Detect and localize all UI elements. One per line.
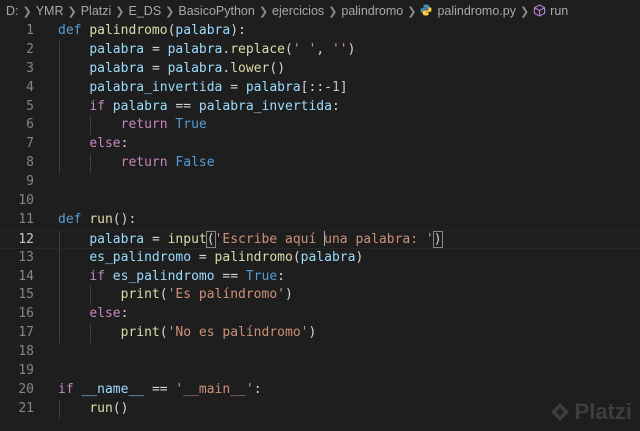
code-text: palabra_invertida = palabra[::-1]	[89, 79, 348, 95]
code-text: palabra = palabra.replace(' ', '')	[89, 41, 356, 57]
line-number: 7	[26, 136, 34, 152]
code-text: print('No es palíndromo')	[120, 325, 317, 341]
code-line[interactable]: 1 def palindromo(palabra):	[0, 22, 640, 41]
code-text: return True	[120, 117, 207, 133]
chevron-right-icon: ❯	[407, 5, 417, 18]
breadcrumb-folder-basicopython[interactable]: BasicoPython	[178, 4, 254, 18]
line-number: 13	[18, 249, 34, 265]
line-number: 1	[26, 23, 34, 38]
line-number: 11	[18, 211, 34, 227]
breadcrumb-file[interactable]: palindromo.py	[420, 4, 516, 18]
line-number: 21	[18, 400, 34, 416]
code-line[interactable]: 10	[0, 192, 640, 211]
chevron-right-icon: ❯	[115, 5, 125, 18]
line-number: 14	[18, 268, 34, 284]
text-cursor	[324, 230, 326, 246]
chevron-right-icon: ❯	[22, 5, 32, 18]
code-text: palabra = input('Escribe aquí una palabr…	[89, 230, 443, 248]
line-number: 2	[26, 41, 34, 57]
code-text: es_palindromo = palindromo(palabra)	[89, 249, 364, 265]
line-number: 10	[18, 193, 34, 209]
code-line[interactable]: 13 es_palindromo = palindromo(palabra)	[0, 248, 640, 268]
code-text: run()	[89, 400, 129, 416]
code-line[interactable]: 19	[0, 362, 640, 381]
code-line[interactable]: 20 if __name__ == '__main__':	[0, 381, 640, 400]
watermark: Platzi	[549, 399, 632, 425]
watermark-text: Platzi	[574, 399, 632, 424]
code-line[interactable]: 18	[0, 343, 640, 362]
code-line[interactable]: 15 print('Es palíndromo')	[0, 286, 640, 306]
code-line[interactable]: 7 else:	[0, 135, 640, 155]
chevron-right-icon: ❯	[67, 5, 77, 18]
line-number: 17	[18, 325, 34, 341]
code-line[interactable]: 2 palabra = palabra.replace(' ', '')	[0, 40, 640, 60]
code-line[interactable]: 5 if palabra == palabra_invertida:	[0, 97, 640, 117]
breadcrumb-drive[interactable]: D:	[6, 4, 19, 18]
code-text: if palabra == palabra_invertida:	[89, 98, 340, 114]
code-text: print('Es palíndromo')	[120, 287, 293, 303]
line-number: 5	[26, 98, 34, 114]
line-number: 8	[26, 155, 34, 171]
breadcrumb-folder-ymr[interactable]: YMR	[36, 4, 64, 18]
line-number: 15	[18, 287, 34, 303]
code-line[interactable]: 6 return True	[0, 116, 640, 136]
code-line[interactable]: 16 else:	[0, 305, 640, 325]
breadcrumb-folder-palindromo[interactable]: palindromo	[341, 4, 403, 18]
breadcrumb-folder-platzi[interactable]: Platzi	[81, 4, 112, 18]
code-line[interactable]: 17 print('No es palíndromo')	[0, 324, 640, 344]
line-number: 19	[18, 363, 34, 379]
line-number: 20	[18, 381, 34, 397]
code-line[interactable]: 8 return False	[0, 154, 640, 174]
code-line[interactable]: 11 def run():	[0, 211, 640, 230]
chevron-right-icon: ❯	[328, 5, 338, 18]
line-number: 18	[18, 344, 34, 360]
chevron-right-icon: ❯	[519, 5, 530, 18]
breadcrumb-folder-ejercicios[interactable]: ejercicios	[272, 4, 324, 18]
platzi-logo-icon	[550, 403, 569, 421]
chevron-right-icon: ❯	[258, 5, 269, 18]
code-text: def palindromo(palabra):	[58, 23, 246, 38]
code-text: if __name__ == '__main__':	[58, 381, 262, 397]
line-number: 16	[18, 306, 34, 322]
code-line[interactable]: 3 palabra = palabra.lower()	[0, 59, 640, 79]
code-line[interactable]: 14 if es_palindromo == True:	[0, 267, 640, 287]
code-text: else:	[89, 306, 129, 322]
breadcrumb-folder-eds[interactable]: E_DS	[129, 4, 162, 18]
line-number: 6	[26, 117, 34, 133]
line-number: 9	[26, 174, 34, 190]
line-number: 3	[26, 60, 34, 76]
code-text: if es_palindromo == True:	[89, 268, 285, 284]
code-text: def run():	[58, 211, 137, 227]
line-number: 12	[18, 231, 34, 247]
code-text: else:	[89, 136, 129, 152]
code-line[interactable]: 9	[0, 173, 640, 192]
code-text: return False	[120, 155, 215, 171]
breadcrumb-symbol[interactable]: run	[533, 4, 568, 18]
line-number: 4	[26, 79, 34, 95]
code-line[interactable]: 12 palabra = input('Escribe aquí una pal…	[0, 229, 640, 249]
code-editor[interactable]: 1 def palindromo(palabra): 2 palabra = pal…	[0, 22, 640, 431]
method-cube-icon	[534, 4, 546, 17]
python-file-icon	[420, 4, 432, 16]
breadcrumb-file-label: palindromo.py	[437, 4, 516, 18]
code-text: palabra = palabra.lower()	[89, 60, 286, 76]
code-line[interactable]: 4 palabra_invertida = palabra[::-1]	[0, 78, 640, 98]
chevron-right-icon: ❯	[165, 5, 175, 18]
code-line[interactable]: 21 run()	[0, 399, 640, 419]
breadcrumb: D: ❯ YMR ❯ Platzi ❯ E_DS ❯ BasicoPython …	[0, 0, 640, 22]
breadcrumb-symbol-label: run	[550, 4, 569, 18]
